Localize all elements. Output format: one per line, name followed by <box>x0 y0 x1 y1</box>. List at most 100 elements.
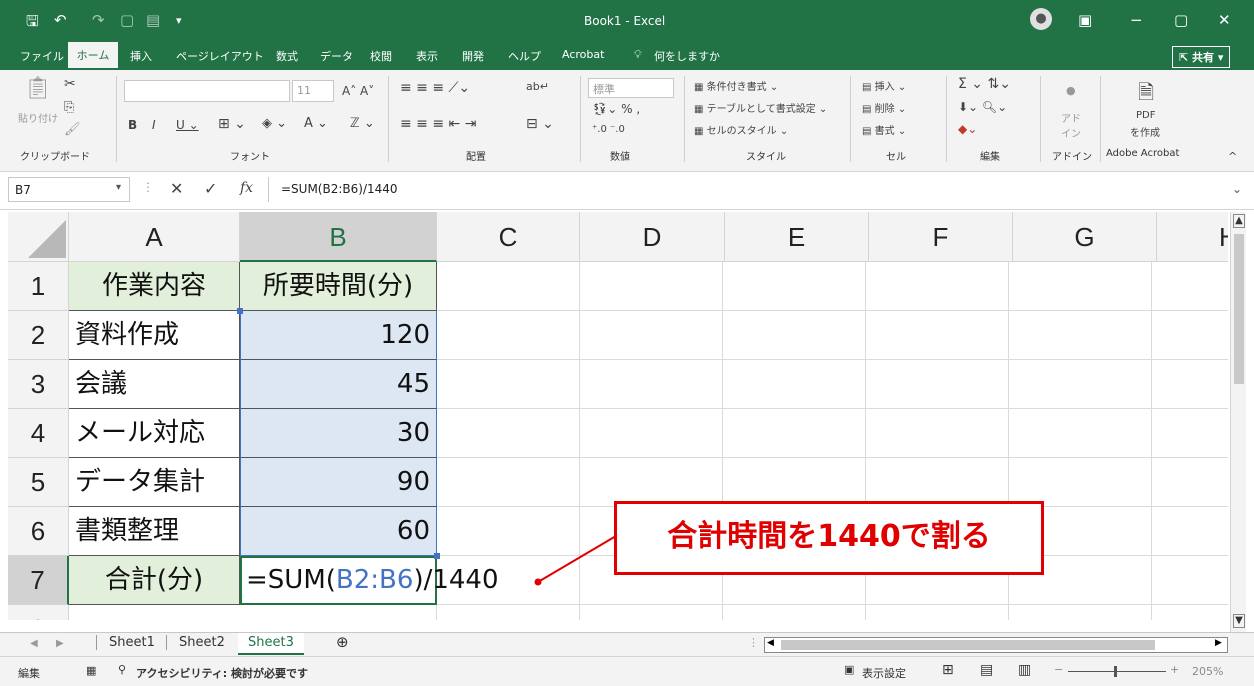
prev-sheet-icon[interactable]: ◀ <box>30 638 38 649</box>
zoom-slider-thumb[interactable] <box>1114 666 1117 677</box>
number-format-select[interactable]: 標準 <box>588 78 674 98</box>
tab-page-layout[interactable]: ページレイアウト <box>176 48 264 64</box>
addin-icon[interactable]: ● <box>1066 84 1076 97</box>
tab-data[interactable]: データ <box>320 48 353 64</box>
expand-formula-icon[interactable]: ⌄ <box>1232 182 1242 196</box>
copy-icon[interactable]: ⎘ <box>64 100 74 115</box>
name-box[interactable]: B7 <box>8 177 130 202</box>
cell-b2[interactable]: 120 <box>240 311 437 360</box>
page-break-view-icon[interactable]: ▥ <box>1018 662 1031 678</box>
cell-b4[interactable]: 30 <box>240 409 437 458</box>
tab-insert[interactable]: 挿入 <box>130 48 152 64</box>
cell-styles-button[interactable]: ▦ セルのスタイル ⌄ <box>694 122 788 137</box>
cell-a7[interactable]: 合計(分) <box>69 556 240 605</box>
normal-view-icon[interactable]: ⊞ <box>942 662 954 678</box>
cell-a6[interactable]: 書類整理 <box>69 507 240 556</box>
share-button[interactable]: ⇱ 共有 ▾ <box>1172 46 1231 68</box>
tab-view[interactable]: 表示 <box>416 48 438 64</box>
paste-label[interactable]: 貼り付け <box>18 110 58 125</box>
format-painter-icon[interactable]: 🖌︎ <box>64 122 81 137</box>
range-handle[interactable] <box>237 308 243 314</box>
cell-a2[interactable]: 資料作成 <box>69 311 240 360</box>
sheet-tab-sheet3[interactable]: Sheet3 <box>238 633 304 655</box>
sheet-tab-sheet1[interactable]: Sheet1 <box>96 635 155 650</box>
qat-customize-icon[interactable]: ▾ <box>176 14 182 27</box>
cell-b5[interactable]: 90 <box>240 458 437 507</box>
tab-home[interactable]: ホーム <box>68 42 118 70</box>
create-pdf-label[interactable]: を作成 <box>1130 124 1160 139</box>
cell-a4[interactable]: メール対応 <box>69 409 240 458</box>
row-header-2[interactable]: 2 <box>8 311 69 360</box>
row-header-6[interactable]: 6 <box>8 507 69 556</box>
zoom-slider[interactable] <box>1068 671 1166 672</box>
row-header-5[interactable]: 5 <box>8 458 69 507</box>
accessibility-icon[interactable]: ⚲ <box>118 663 126 676</box>
undo-icon[interactable]: ↶ <box>54 11 67 29</box>
name-box-dropdown-icon[interactable]: ▾ <box>116 182 121 193</box>
display-settings-icon[interactable]: ▣ <box>844 663 854 676</box>
page-layout-view-icon[interactable]: ▤ <box>980 662 993 678</box>
account-avatar-icon[interactable]: ● <box>1030 8 1052 30</box>
cut-icon[interactable]: ✂ <box>64 76 76 92</box>
cell-a3[interactable]: 会議 <box>69 360 240 409</box>
column-header-c[interactable]: C <box>437 212 580 262</box>
tab-developer[interactable]: 開発 <box>462 48 484 64</box>
insert-cells-button[interactable]: ▤ 挿入 ⌄ <box>862 78 906 93</box>
insert-function-icon[interactable]: fx <box>240 180 253 196</box>
column-header-h[interactable]: H <box>1157 212 1228 262</box>
scroll-up-icon[interactable]: ▲ <box>1233 214 1245 228</box>
accessibility-status[interactable]: アクセシビリティ: 検討が必要です <box>136 665 308 681</box>
phonetic-icon[interactable]: ℤ ⌄ <box>350 116 375 131</box>
align-top-icon[interactable]: ≡ ≡ ≡ ⟋⌄ <box>400 80 470 96</box>
select-all-corner[interactable] <box>8 212 69 262</box>
split-handle-icon[interactable]: ⋮ <box>748 636 759 649</box>
row-header-8[interactable]: 8 <box>8 605 69 620</box>
format-cells-button[interactable]: ▤ 書式 ⌄ <box>862 122 906 137</box>
row-header-7[interactable]: 7 <box>8 556 69 605</box>
enter-icon[interactable]: ✓ <box>204 179 217 198</box>
paste-icon[interactable]: 📋︎ <box>24 76 52 101</box>
cell-a1[interactable]: 作業内容 <box>69 262 240 311</box>
row-header-4[interactable]: 4 <box>8 409 69 458</box>
font-grow-icon[interactable]: A˄ A˅ <box>342 84 374 98</box>
format-as-table-button[interactable]: ▦ テーブルとして書式設定 ⌄ <box>694 100 827 115</box>
form-icon[interactable]: ▤ <box>146 11 160 29</box>
close-icon[interactable]: ✕ <box>1218 11 1231 29</box>
display-settings[interactable]: 表示設定 <box>862 665 906 681</box>
zoom-out-icon[interactable]: − <box>1054 663 1063 676</box>
font-color-icon[interactable]: A ⌄ <box>304 116 328 131</box>
fill-color-icon[interactable]: ◈ ⌄ <box>262 116 287 131</box>
collapse-ribbon-icon[interactable]: ^ <box>1228 150 1237 163</box>
column-header-a[interactable]: A <box>69 212 240 262</box>
add-sheet-icon[interactable]: ⊕ <box>336 633 349 651</box>
currency-icon[interactable]: 💱︎⌄ % , <box>592 102 640 116</box>
addin-button-label[interactable]: アド イン <box>1056 110 1086 140</box>
clear-icon[interactable]: ◆⌄ <box>958 122 977 136</box>
decimal-icon[interactable]: ⁺.0 ⁻.0 <box>592 124 625 135</box>
bold-icon[interactable]: B <box>128 118 137 132</box>
column-header-g[interactable]: G <box>1013 212 1157 262</box>
conditional-format-button[interactable]: ▦ 条件付き書式 ⌄ <box>694 78 778 93</box>
column-header-e[interactable]: E <box>725 212 869 262</box>
tab-acrobat[interactable]: Acrobat <box>562 48 604 61</box>
row-header-3[interactable]: 3 <box>8 360 69 409</box>
h-scroll-thumb[interactable] <box>781 640 1155 650</box>
minimize-icon[interactable]: − <box>1130 11 1143 29</box>
align-left-icon[interactable]: ≡ ≡ ≡ ⇤ ⇥ <box>400 116 476 132</box>
cell-b1[interactable]: 所要時間(分) <box>240 262 437 311</box>
delete-cells-button[interactable]: ▤ 削除 ⌄ <box>862 100 906 115</box>
range-handle[interactable] <box>434 553 440 559</box>
scroll-thumb[interactable] <box>1234 234 1244 384</box>
cell-b6[interactable]: 60 <box>240 507 437 556</box>
save-icon[interactable]: 🖫 <box>26 11 39 36</box>
formula-input[interactable]: =SUM(B2:B6)/1440 <box>268 177 1244 202</box>
column-header-b[interactable]: B <box>240 212 437 262</box>
autosum-icon[interactable]: Σ ⌄ ⇅⌄ <box>958 76 1011 92</box>
maximize-icon[interactable]: ▢ <box>1174 11 1188 29</box>
scroll-down-icon[interactable]: ▼ <box>1233 614 1245 628</box>
row8-cells[interactable] <box>69 605 437 620</box>
wrap-text-icon[interactable]: ab↵ <box>526 80 549 93</box>
zoom-level[interactable]: 205% <box>1192 665 1223 678</box>
font-name-select[interactable] <box>124 80 290 102</box>
tell-me-search[interactable]: 何をしますか <box>654 48 720 64</box>
